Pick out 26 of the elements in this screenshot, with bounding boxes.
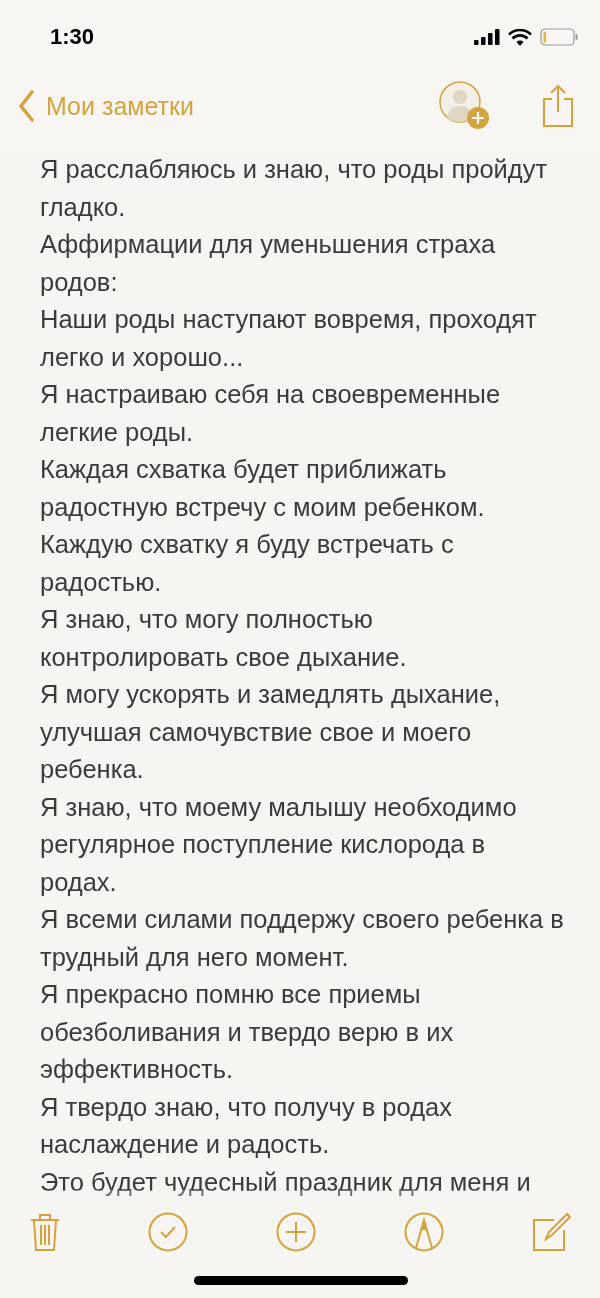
- battery-icon: [540, 28, 578, 46]
- note-line: Наши роды наступают вовремя, проходят легко и хорошо...: [40, 304, 538, 373]
- note-line: Каждую схватку я буду встречать с радостью.: [40, 529, 455, 598]
- wifi-icon: [508, 28, 532, 46]
- note-line: Я всеми силами поддержу своего ребенка в трудный для него момент.: [40, 904, 565, 973]
- note-line: Это будет чудесный праздник для меня и: [40, 1166, 532, 1198]
- add-person-icon[interactable]: [438, 80, 492, 132]
- back-button[interactable]: Мои заметки: [18, 90, 194, 122]
- note-line: Я расслабляюсь и знаю, что роды пройдут гладко.: [40, 154, 549, 223]
- note-line: Я прекрасно помню все приемы обезболивания и твердо верю в их эффективность.: [40, 979, 455, 1085]
- note-line: Каждая схватка будет приближать радостную встречу с моим ребенком.: [40, 454, 486, 523]
- trash-icon[interactable]: [30, 1212, 60, 1252]
- signal-icon: [474, 29, 500, 45]
- note-line: Аффирмации для уменьшения страха родов:: [40, 229, 497, 298]
- chevron-left-icon: [18, 90, 34, 122]
- pen-tip-circle-icon[interactable]: [404, 1212, 444, 1252]
- compose-icon[interactable]: [532, 1212, 572, 1252]
- note-line: Я настраиваю себя на своевременные легкие роды.: [40, 379, 502, 448]
- note-line: Я знаю, что моему малышу необходимо регулярное поступление кислорода в родах.: [40, 791, 518, 898]
- note-line: Я твердо знаю, что получу в родах наслаждение и радость.: [40, 1091, 453, 1160]
- checkmark-circle-icon[interactable]: [148, 1212, 188, 1252]
- add-circle-icon[interactable]: [276, 1212, 316, 1252]
- note-line: Я знаю, что могу полностью контролировать свое дыхание.: [40, 604, 408, 673]
- share-icon[interactable]: [542, 84, 574, 128]
- clock-time: 1:30: [50, 24, 95, 50]
- note-line: Я могу ускорять и замедлять дыхание, улучшая самочувствие свое и моего ребенка.: [40, 679, 502, 785]
